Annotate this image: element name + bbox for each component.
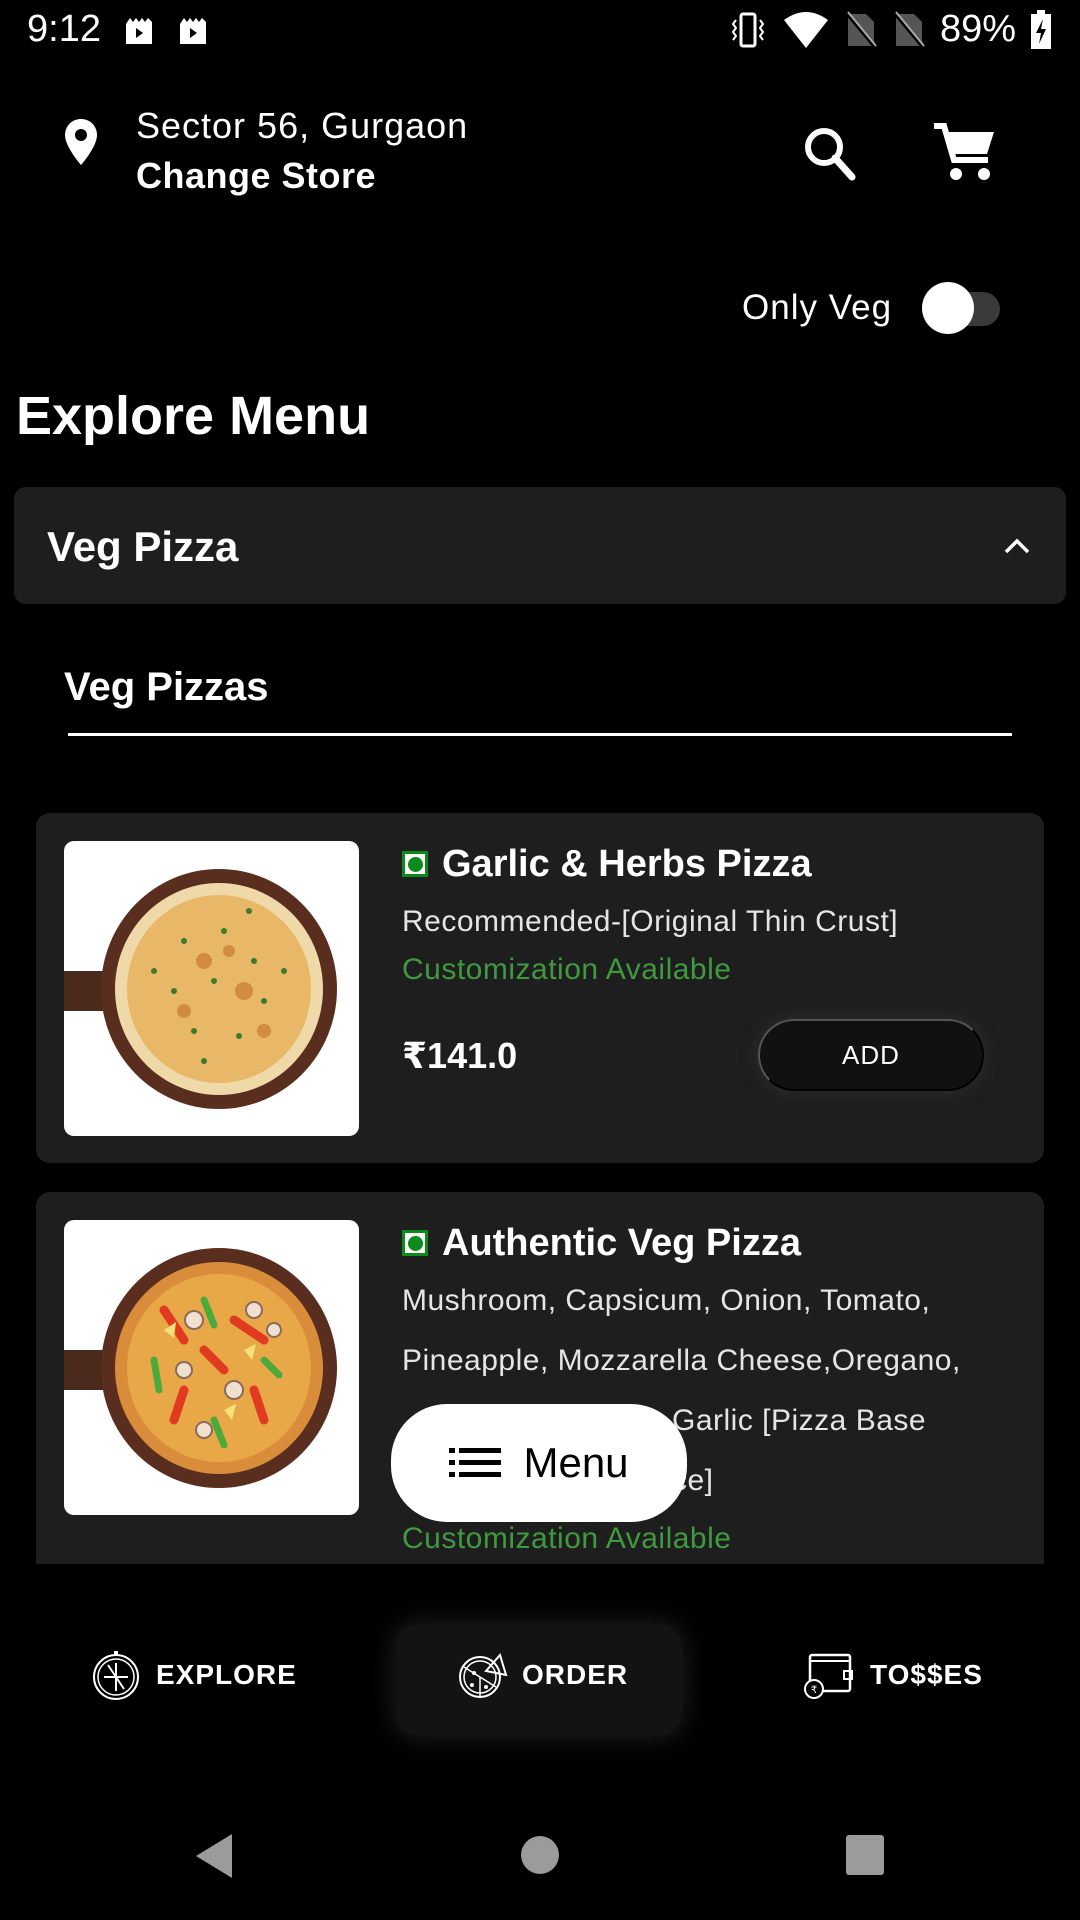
wifi-icon [783,11,828,48]
svg-text:₹: ₹ [811,1685,817,1696]
nav-label: ORDER [522,1659,629,1690]
only-veg-toggle[interactable] [922,282,1006,334]
compass-icon [93,1651,139,1700]
bottom-navigation: EXPLORE ORDER ₹ TO$$ES [0,1580,1080,1770]
status-time: 9:12 [27,8,101,50]
cart-icon[interactable] [932,120,998,186]
battery-percent: 89% [939,8,1016,50]
no-sim-icon [844,10,878,49]
product-image [64,1220,359,1515]
header: Sector 56, Gurgaon Change Store [0,95,1080,215]
status-bar: 9:12 89% [0,0,1080,64]
battery-charging-icon [1031,9,1051,49]
back-icon[interactable] [192,1832,236,1880]
search-icon[interactable] [800,123,860,183]
category-label: Veg Pizza [47,523,239,570]
only-veg-label: Only Veg [742,288,893,327]
veg-indicator-icon [402,851,428,877]
only-veg-filter: Only Veg [742,282,1006,334]
nav-label: TO$$ES [870,1659,983,1690]
pizza-icon [459,1652,508,1698]
toggle-knob [922,282,975,334]
recents-icon[interactable] [844,1834,886,1876]
customization-label: Customization Available [402,953,732,986]
product-image [64,841,359,1136]
garlic-herbs-pizza-image [64,869,337,1109]
location-pin-icon [65,119,97,165]
media-icon [126,18,152,44]
nav-label: EXPLORE [156,1659,297,1690]
product-name: Garlic & Herbs Pizza [442,843,812,885]
nav-item-explore[interactable]: EXPLORE [90,1580,297,1770]
authentic-veg-pizza-image [64,1248,337,1488]
nav-item-order[interactable]: ORDER [456,1580,628,1770]
add-button[interactable]: ADD [758,1019,984,1091]
product-description-line: Garlic [Pizza Base [672,1404,927,1437]
subcategory-underline [68,733,1012,736]
product-name: Authentic Veg Pizza [442,1222,801,1264]
category-accordion-veg-pizza[interactable]: Veg Pizza [14,487,1066,604]
floating-menu-button[interactable]: Menu [391,1404,687,1522]
veg-indicator-icon [402,1230,428,1256]
product-card[interactable]: Garlic & Herbs Pizza Recommended-[Origin… [36,813,1044,1163]
home-icon[interactable] [520,1834,560,1876]
media-icon [180,18,206,44]
wallet-icon: ₹ [804,1653,853,1699]
list-icon [449,1448,502,1477]
product-price: ₹141.0 [402,1035,518,1076]
no-sim-icon [892,10,926,49]
product-description: Recommended-[Original Thin Crust] [402,905,899,938]
page-title: Explore Menu [16,386,371,446]
change-store-link[interactable]: Change Store [136,155,376,197]
store-location: Sector 56, Gurgaon [136,105,469,146]
nav-item-tosses[interactable]: ₹ TO$$ES [804,1580,983,1770]
product-description-line: Pineapple, Mozzarella Cheese,Oregano, [402,1344,961,1377]
chevron-up-icon [1004,538,1030,554]
status-right: 89% [728,8,1052,51]
subcategory-tab-veg-pizzas[interactable]: Veg Pizzas [64,665,269,710]
customization-label: Customization Available [402,1522,732,1555]
vibrate-icon [731,12,765,47]
product-description-line: Mushroom, Capsicum, Onion, Tomato, [402,1284,931,1317]
floating-menu-label: Menu [523,1439,629,1486]
system-navigation-bar [0,1800,1080,1920]
